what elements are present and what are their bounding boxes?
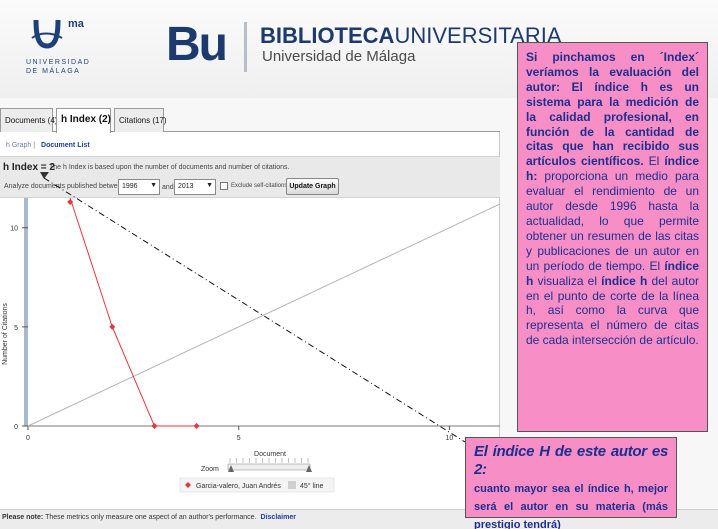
exclude-self-citations-checkbox[interactable] [220,182,228,190]
annotation-box-result: El índice H de este autor es 2: cuanto m… [465,437,677,529]
tab-h-index[interactable]: h Index (2) [56,108,111,133]
x-tick-label: 10 [446,435,454,442]
library-subtitle: Universidad de Málaga [262,48,416,65]
chevron-down-icon: ▼ [150,182,157,189]
x-axis-label: Document [254,451,286,458]
and-label: and [162,184,174,191]
series-author-line [69,198,197,427]
uma-name: UNIVERSIDAD DE MÁLAGA [26,59,91,75]
subnav-separator: | [33,142,36,149]
footer-note: Please note: These metrics only measure … [2,514,296,521]
legend-marker-45 [288,481,296,489]
data-point [193,423,200,429]
uma-superscript: ma [68,18,84,30]
update-graph-button[interactable]: Update Graph [286,178,339,195]
annotation-p1: Si pinchamos en ´Index´ veríamos la eval… [526,50,699,169]
chevron-down-icon: ▼ [206,182,213,189]
h-index-box [0,156,500,198]
y-tick-label: 10 [10,226,18,233]
tab-citations[interactable]: Citations (17) [114,108,167,132]
bu-logo: Bu [166,18,228,71]
annotation-text: cuanto mayor sea el índice h, mejor será… [474,483,668,529]
analyze-label: Analyze documents published between: [4,183,128,190]
x-tick-label: 5 [237,435,241,442]
from-year-select[interactable]: 1996 ▼ [118,179,160,195]
uma-logo: ma UNIVERSIDAD DE MÁLAGA [26,16,96,78]
h-graph-link[interactable]: h Graph [6,142,31,149]
tab-documents[interactable]: Documents (4) [0,108,57,132]
series-45-line [27,203,500,427]
h-index-description: The h Index is based upon the number of … [49,164,290,171]
annotation-heading: El índice H de este autor es 2: [474,443,668,478]
y-tick-label: 0 [14,424,18,431]
tab-bar: Documents (4) h Index (2) Citations (17) [0,108,500,133]
logo-divider [244,22,247,72]
h-index-chart: 0 5 10 0 5 10 Number of Citations Document Zoom G… [2,198,500,493]
legend-label-author: Garcia-valero, Juan Andrés [196,483,281,490]
y-axis-bar [24,198,28,426]
annotation-box-explanation: Si pinchamos en ´Index´ veríamos la eval… [517,42,708,432]
zoom-label: Zoom [201,466,219,473]
exclude-self-citations-label: Exclude self-citations [231,183,288,189]
document-list-link[interactable]: Document List [41,142,90,149]
y-axis-label: Number of Citations [2,303,9,365]
x-tick-label: 0 [26,435,30,442]
legend-label-45: 45° line [300,482,324,490]
data-point [151,423,158,429]
subnav: h Graph | Document List [6,142,90,149]
disclaimer-link[interactable]: Disclaimer [261,514,296,521]
uma-u-icon [31,19,63,49]
to-year-select[interactable]: 2013 ▼ [174,179,216,195]
data-point [109,323,116,330]
y-tick-label: 5 [14,325,18,332]
zoom-slider-track [227,463,311,471]
h-index-value: h Index = 2 [3,162,55,173]
